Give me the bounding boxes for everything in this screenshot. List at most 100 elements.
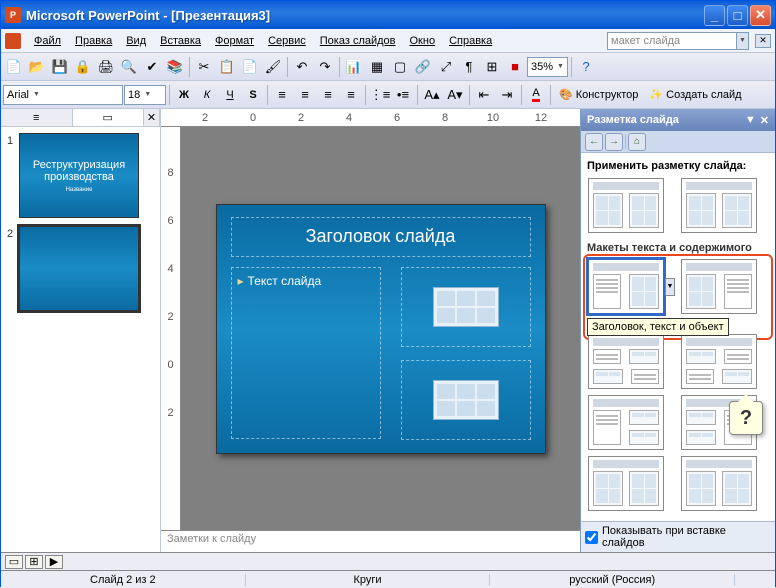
nav-forward-button[interactable]: → [605,133,623,151]
align-right-button[interactable]: ≡ [317,84,339,106]
grid-button[interactable]: ⊞ [481,56,503,78]
zoom-combo[interactable]: 35%▼ [527,57,568,77]
decrease-font-button[interactable]: A▾ [444,84,466,106]
decrease-indent-button[interactable]: ⇤ [473,84,495,106]
layout-item-selected[interactable]: ▼ [588,259,664,314]
help-search-input[interactable] [607,32,737,50]
taskpane-dropdown[interactable]: ▼ [745,114,756,127]
undo-button[interactable]: ↶ [291,56,313,78]
menu-edit[interactable]: Правка [68,32,119,50]
workspace: ≡ ▭ ✕ 1 Реструктуризация производства На… [1,109,775,552]
close-panel-button[interactable]: ✕ [144,109,160,126]
paste-button[interactable]: 📄 [239,56,261,78]
hyperlink-button[interactable]: 🔗 [412,56,434,78]
maximize-button[interactable]: □ [727,5,748,26]
view-bar: ▭ ⊞ ▶ [1,552,775,570]
align-left-button[interactable]: ≡ [271,84,293,106]
slide-canvas[interactable]: Заголовок слайда Текст слайда [181,127,580,530]
layout-item[interactable] [681,334,757,389]
new-slide-button[interactable]: ✨Создать слайд [644,84,746,106]
bullets-button[interactable]: •≡ [392,84,414,106]
layout-dropdown-icon[interactable]: ▼ [665,278,675,296]
numbering-button[interactable]: ⋮≡ [369,84,391,106]
new-button[interactable]: 📄 [3,56,25,78]
font-size-combo[interactable]: 18▼ [124,85,166,105]
slideshow-view-button[interactable]: ▶ [45,555,63,569]
slides-tab[interactable]: ▭ [73,109,145,126]
sorter-view-button[interactable]: ⊞ [25,555,43,569]
underline-button[interactable]: Ч [219,84,241,106]
normal-view-button[interactable]: ▭ [5,555,23,569]
slide-thumbnail-1[interactable]: Реструктуризация производства Название [19,133,139,218]
menu-insert[interactable]: Вставка [153,32,208,50]
menu-help[interactable]: Справка [442,32,499,50]
research-button[interactable]: 📚 [164,56,186,78]
table-button[interactable]: ▦ [366,56,388,78]
menu-view[interactable]: Вид [119,32,153,50]
layout-item[interactable] [588,334,664,389]
doc-close-button[interactable]: ✕ [755,34,771,48]
color-button[interactable]: ■ [504,56,526,78]
thumbnail-row[interactable]: 2 [7,226,154,311]
layout-item[interactable] [681,259,757,314]
font-combo[interactable]: Arial▼ [3,85,123,105]
content-placeholder-2[interactable] [401,360,531,440]
thumbnail-row[interactable]: 1 Реструктуризация производства Название [7,133,154,218]
slide-editor: 2024681012 864202 Заголовок слайда Текст… [161,109,580,552]
formatting-toolbar: Arial▼ 18▼ Ж К Ч S ≡ ≡ ≡ ≡ ⋮≡ •≡ A▴ A▾ ⇤… [1,81,775,109]
content-placeholder-1[interactable] [401,267,531,347]
open-button[interactable]: 📂 [26,56,48,78]
nav-back-button[interactable]: ← [585,133,603,151]
minimize-button[interactable]: _ [704,5,725,26]
menu-window[interactable]: Окно [403,32,443,50]
layout-item[interactable] [681,178,757,233]
increase-indent-button[interactable]: ⇥ [496,84,518,106]
layout-item[interactable] [681,456,757,511]
menu-format[interactable]: Формат [208,32,261,50]
align-center-button[interactable]: ≡ [294,84,316,106]
menu-bar: Файл Правка Вид Вставка Формат Сервис По… [1,29,775,53]
outline-tab[interactable]: ≡ [1,109,73,126]
format-painter-button[interactable]: 🖌 [262,56,284,78]
nav-home-button[interactable]: ⌂ [628,133,646,151]
layout-item[interactable] [588,395,664,450]
show-on-insert-checkbox[interactable] [585,531,598,544]
redo-button[interactable]: ↷ [314,56,336,78]
expand-button[interactable]: ⤢ [435,56,457,78]
notes-pane[interactable]: Заметки к слайду [161,530,580,552]
text-placeholder[interactable]: Текст слайда [231,267,381,439]
document-icon[interactable] [5,33,21,49]
status-slide: Слайд 2 из 2 [1,574,246,586]
shadow-button[interactable]: S [242,84,264,106]
designer-button[interactable]: 🎨Конструктор [554,84,643,106]
increase-font-button[interactable]: A▴ [421,84,443,106]
current-slide[interactable]: Заголовок слайда Текст слайда [216,204,546,454]
spell-button[interactable]: ✔ [141,56,163,78]
layout-item[interactable] [588,178,664,233]
taskpane-footer: Показывать при вставке слайдов [581,521,775,552]
show-formatting-button[interactable]: ¶ [458,56,480,78]
bold-button[interactable]: Ж [173,84,195,106]
print-button[interactable]: 🖨 [95,56,117,78]
align-justify-button[interactable]: ≡ [340,84,362,106]
menu-slideshow[interactable]: Показ слайдов [313,32,403,50]
layout-item[interactable] [588,456,664,511]
title-placeholder[interactable]: Заголовок слайда [231,217,531,257]
font-color-button[interactable]: A [525,84,547,106]
permission-button[interactable]: 🔒 [72,56,94,78]
cut-button[interactable]: ✂ [193,56,215,78]
close-button[interactable]: ✕ [750,5,771,26]
slide-thumbnail-2[interactable] [19,226,139,311]
taskpane-close[interactable]: ✕ [760,114,769,127]
chart-button[interactable]: 📊 [343,56,365,78]
copy-button[interactable]: 📋 [216,56,238,78]
tables-borders-button[interactable]: ▢ [389,56,411,78]
italic-button[interactable]: К [196,84,218,106]
save-button[interactable]: 💾 [49,56,71,78]
menu-file[interactable]: Файл [27,32,68,50]
app-icon: P [5,7,21,23]
help-button[interactable]: ? [575,56,597,78]
help-search-dropdown[interactable]: ▼ [737,32,749,50]
menu-tools[interactable]: Сервис [261,32,313,50]
preview-button[interactable]: 🔍 [118,56,140,78]
